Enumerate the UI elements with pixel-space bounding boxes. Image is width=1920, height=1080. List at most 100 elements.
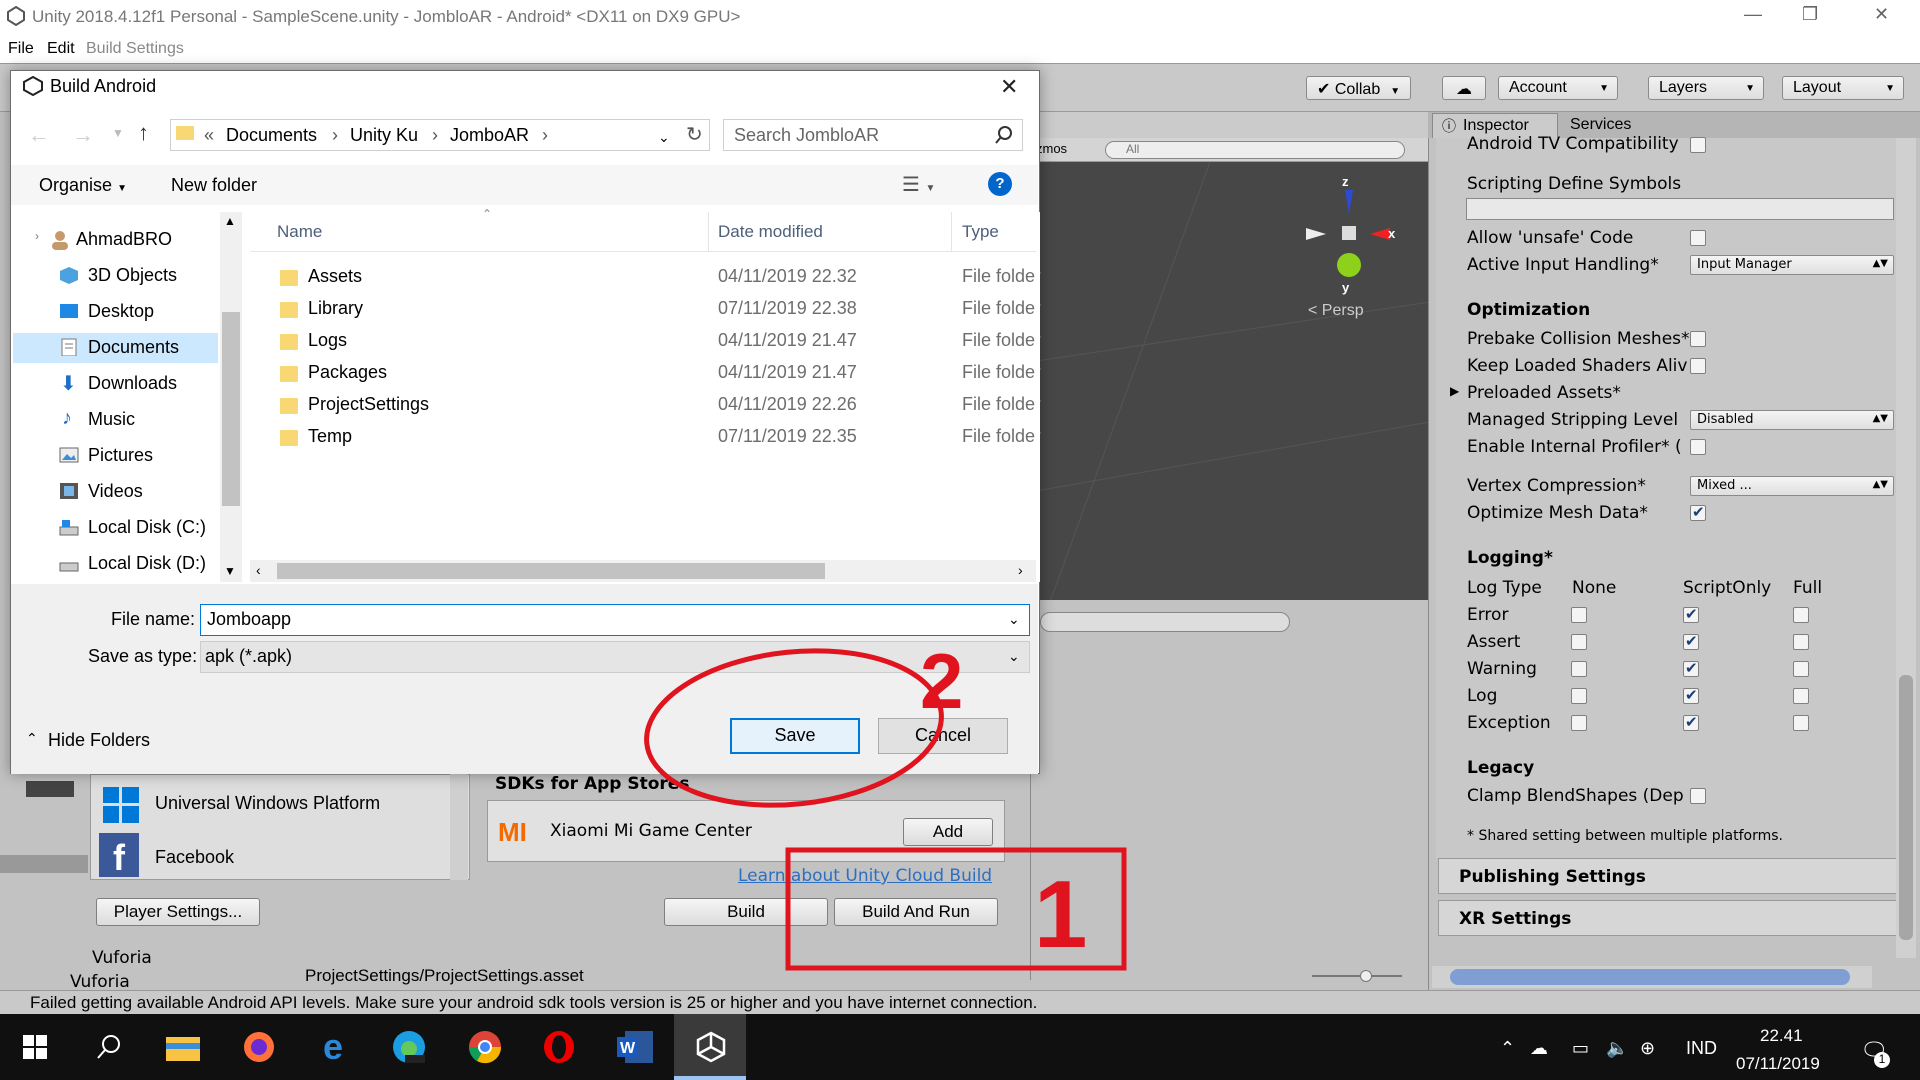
- inspector-hscroll-thumb[interactable]: [1450, 969, 1850, 985]
- foldout-arrow-icon[interactable]: ▶: [1450, 384, 1459, 398]
- file-hscroll-thumb[interactable]: [277, 563, 825, 579]
- scripting-define-input[interactable]: [1466, 198, 1894, 220]
- help-icon[interactable]: ?: [988, 172, 1012, 196]
- log-scriptonly-checkbox[interactable]: [1683, 713, 1699, 731]
- minimize-icon[interactable]: —: [1744, 4, 1762, 25]
- network-icon[interactable]: ⊕: [1640, 1038, 1655, 1059]
- allow-unsafe-checkbox[interactable]: [1690, 230, 1706, 246]
- log-full-checkbox[interactable]: [1793, 688, 1809, 704]
- show-hidden-icons[interactable]: ⌃: [1500, 1038, 1515, 1059]
- search-input[interactable]: Search JombloAR: [723, 119, 1023, 151]
- platform-uwp[interactable]: Universal Windows Platform: [91, 777, 461, 829]
- file-row[interactable]: Assets 04/11/2019 22.32 File folder: [0, 262, 1041, 294]
- keep-loaded-checkbox[interactable]: [1690, 358, 1706, 374]
- log-none-checkbox[interactable]: [1571, 688, 1587, 704]
- tab-services[interactable]: Services: [1570, 116, 1631, 134]
- file-row[interactable]: Temp 07/11/2019 22.35 File folder: [0, 422, 1041, 454]
- recent-dropdown-icon[interactable]: ▼: [112, 126, 124, 140]
- opera-taskbar[interactable]: [536, 1024, 582, 1070]
- vertex-compression-dropdown[interactable]: Mixed ... ▲▼: [1690, 476, 1894, 496]
- file-explorer-taskbar[interactable]: [160, 1024, 206, 1070]
- console-search[interactable]: [1040, 612, 1290, 632]
- battery-icon[interactable]: ▭: [1572, 1038, 1589, 1059]
- android-tv-checkbox[interactable]: [1690, 137, 1706, 153]
- log-full-checkbox[interactable]: [1793, 715, 1809, 731]
- column-date-modified[interactable]: Date modified: [718, 222, 823, 242]
- onedrive-icon[interactable]: ☁: [1530, 1038, 1548, 1059]
- inspector-scroll-thumb[interactable]: [1899, 675, 1913, 940]
- log-full-checkbox[interactable]: [1793, 607, 1809, 623]
- breadcrumb-unity-ku[interactable]: Unity Ku: [350, 125, 418, 146]
- file-row[interactable]: Logs 04/11/2019 21.47 File folder: [0, 326, 1041, 358]
- close-window-icon[interactable]: ✕: [1874, 4, 1889, 25]
- dialog-close-icon[interactable]: ✕: [1000, 74, 1018, 100]
- log-full-checkbox[interactable]: [1793, 634, 1809, 650]
- volume-icon[interactable]: 🔈: [1606, 1038, 1628, 1059]
- file-name-input[interactable]: Jomboapp: [200, 604, 1030, 636]
- enable-profiler-checkbox[interactable]: [1690, 439, 1706, 455]
- zoom-slider-thumb[interactable]: [1360, 970, 1372, 982]
- hierarchy-item[interactable]: Vuforia: [92, 948, 152, 968]
- nav-item-videos[interactable]: Videos: [88, 481, 143, 502]
- managed-stripping-dropdown[interactable]: Disabled ▲▼: [1690, 410, 1894, 430]
- platform-scrollbar[interactable]: [450, 774, 468, 880]
- log-none-checkbox[interactable]: [1571, 661, 1587, 677]
- unity-taskbar[interactable]: [688, 1024, 734, 1070]
- nav-item-ahmadbro[interactable]: AhmadBRO: [76, 229, 172, 250]
- file-row[interactable]: Packages 04/11/2019 21.47 File folder: [0, 358, 1041, 390]
- player-settings-button[interactable]: Player Settings...: [96, 898, 260, 926]
- column-type[interactable]: Type: [962, 222, 999, 242]
- nav-item-local-disk-d[interactable]: Local Disk (D:): [88, 553, 206, 574]
- save-type-dropdown-icon[interactable]: ⌄: [1008, 648, 1020, 665]
- scene-search-input[interactable]: All: [1105, 141, 1405, 159]
- build-button[interactable]: Build: [664, 898, 828, 926]
- clock-date[interactable]: 07/11/2019: [1736, 1054, 1820, 1074]
- cloud-build-link[interactable]: Learn about Unity Cloud Build: [738, 866, 992, 886]
- expand-icon[interactable]: ›: [35, 229, 39, 243]
- prebake-checkbox[interactable]: [1690, 331, 1706, 347]
- layout-button[interactable]: Layout ▼: [1782, 76, 1904, 100]
- layers-button[interactable]: Layers ▼: [1648, 76, 1764, 100]
- clamp-blendshapes-checkbox[interactable]: [1690, 788, 1706, 804]
- menu-file[interactable]: File: [8, 40, 34, 58]
- file-name-dropdown-icon[interactable]: ⌄: [1008, 611, 1020, 628]
- account-button[interactable]: Account ▼: [1498, 76, 1618, 100]
- log-none-checkbox[interactable]: [1571, 607, 1587, 623]
- word-taskbar[interactable]: W: [612, 1024, 658, 1070]
- hierarchy-item[interactable]: Vuforia: [70, 972, 130, 992]
- edge-legacy-taskbar[interactable]: e: [310, 1024, 356, 1070]
- log-none-checkbox[interactable]: [1571, 715, 1587, 731]
- file-row[interactable]: Library 07/11/2019 22.38 File folder: [0, 294, 1041, 326]
- scene-view[interactable]: z x y < Persp: [1029, 161, 1431, 603]
- nav-item-local-disk-c[interactable]: Local Disk (C:): [88, 517, 206, 538]
- cloud-button[interactable]: ☁: [1442, 76, 1486, 100]
- xr-settings-foldout[interactable]: XR Settings: [1438, 900, 1898, 936]
- chevron-up-icon[interactable]: ⌃: [26, 730, 38, 747]
- log-none-checkbox[interactable]: [1571, 634, 1587, 650]
- log-scriptonly-checkbox[interactable]: [1683, 632, 1699, 650]
- up-icon[interactable]: ↑: [138, 120, 149, 146]
- organise-button[interactable]: Organise ▼: [39, 175, 127, 196]
- log-scriptonly-checkbox[interactable]: [1683, 605, 1699, 623]
- active-input-dropdown[interactable]: Input Manager ▲▼: [1690, 255, 1894, 275]
- view-options-icon[interactable]: ☰ ▼: [902, 172, 935, 197]
- publishing-settings-foldout[interactable]: Publishing Settings: [1438, 858, 1898, 894]
- save-as-type-select[interactable]: apk (*.apk): [200, 641, 1030, 673]
- column-name[interactable]: Name: [277, 222, 322, 242]
- start-button[interactable]: [12, 1024, 58, 1070]
- address-dropdown-icon[interactable]: ⌄: [658, 129, 670, 146]
- refresh-icon[interactable]: ↻: [686, 122, 703, 147]
- log-scriptonly-checkbox[interactable]: [1683, 659, 1699, 677]
- firefox-taskbar[interactable]: [236, 1024, 282, 1070]
- input-language[interactable]: IND: [1686, 1038, 1717, 1059]
- menu-edit[interactable]: Edit: [47, 40, 75, 58]
- clock-time[interactable]: 22.41: [1760, 1026, 1803, 1046]
- file-row[interactable]: ProjectSettings 04/11/2019 22.26 File fold…: [0, 390, 1041, 422]
- breadcrumb-jombloar[interactable]: JomboAR: [450, 125, 529, 146]
- gizmos-menu[interactable]: zmos: [1036, 141, 1067, 156]
- back-icon[interactable]: ←: [28, 122, 50, 148]
- scroll-right-icon[interactable]: ›: [1018, 562, 1023, 578]
- optimize-mesh-checkbox[interactable]: [1690, 503, 1706, 521]
- chrome-taskbar[interactable]: [462, 1024, 508, 1070]
- hide-folders-button[interactable]: Hide Folders: [48, 730, 150, 751]
